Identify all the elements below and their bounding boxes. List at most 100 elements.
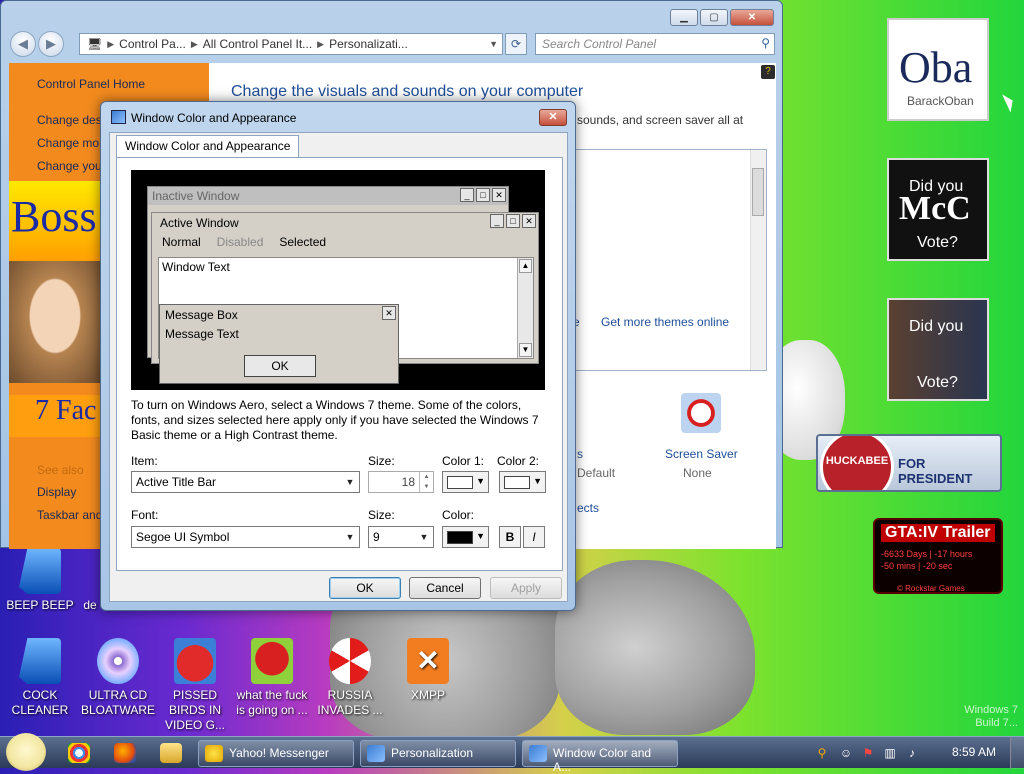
item-select[interactable]: Active Title Bar ▼	[131, 471, 360, 493]
search-input[interactable]: Search Control Panel ⚲	[535, 33, 775, 55]
minimize-button[interactable]: ▁	[670, 9, 698, 26]
sounds-link[interactable]: s	[577, 447, 583, 461]
desktop-icon-russia[interactable]: RUSSIA INVADES ...	[310, 638, 390, 718]
desktop-icon-cock-cleaner[interactable]: COCK CLEANER	[0, 638, 80, 718]
address-bar[interactable]: 🖥 ▶ Control Pa... ▶ All Control Panel It…	[79, 33, 503, 55]
sidebar-link-change-mouse[interactable]: Change mo	[37, 136, 99, 150]
desktop-icon-label: what the fuck is going on ...	[236, 688, 308, 717]
sidebar-boss-banner: Boss	[9, 181, 101, 261]
hillary-gadget-line1: Did you	[909, 318, 964, 335]
page-title: Change the visuals and sounds on your co…	[231, 83, 584, 100]
task-label: Personalization	[391, 746, 474, 760]
refresh-button[interactable]: ⟳	[505, 33, 527, 55]
theme-list-scrollbar[interactable]	[750, 150, 766, 370]
apply-button[interactable]: Apply	[490, 577, 562, 599]
size-label: Size:	[368, 454, 395, 468]
volume-icon[interactable]: ♪	[904, 745, 920, 761]
size-stepper[interactable]: 18 ▲ ▼	[368, 471, 434, 493]
spin-icon[interactable]: ▲ ▼	[419, 472, 433, 492]
mccain-gadget-line2: Vote?	[917, 234, 958, 251]
appearance-preview[interactable]: Inactive Window _ □ ✕ Active Window _ □	[131, 170, 545, 390]
back-button[interactable]: ◀	[10, 31, 36, 57]
task-personalization[interactable]: Personalization	[360, 740, 516, 767]
maximize-button[interactable]: ▢	[700, 9, 728, 26]
obama-gadget[interactable]: Oba BarackOban	[887, 18, 989, 121]
folder-icon[interactable]	[160, 743, 182, 763]
window-color-icon	[529, 745, 547, 762]
get-more-themes-link[interactable]: Get more themes online	[601, 315, 729, 329]
window-text: Window Text	[162, 260, 230, 274]
bold-button[interactable]: B	[499, 526, 521, 548]
desktop-icon-label: BEEP BEEP	[6, 598, 74, 612]
effects-link[interactable]: ects	[577, 501, 599, 515]
task-window-color[interactable]: Window Color and A...	[522, 740, 678, 774]
message-box-title-bar[interactable]: Message Box ✕	[160, 305, 398, 325]
tab-window-color[interactable]: Window Color and Appearance	[116, 135, 300, 157]
cancel-button[interactable]: Cancel	[409, 577, 481, 599]
aero-description: To turn on Windows Aero, select a Window…	[131, 398, 539, 442]
firefox-icon[interactable]	[114, 743, 136, 763]
desktop-icon-label: RUSSIA INVADES ...	[317, 688, 383, 717]
sidebar-link-change-account[interactable]: Change you	[37, 159, 102, 173]
task-label: Yahoo! Messenger	[229, 746, 329, 760]
show-desktop-button[interactable]	[1010, 737, 1024, 769]
messenger-tray-icon[interactable]: ☺	[838, 745, 854, 761]
task-yahoo-messenger[interactable]: Yahoo! Messenger	[198, 740, 354, 767]
gta-countdown-gadget[interactable]: GTA:IV Trailer -6633 Days | -17 hours -5…	[873, 518, 1003, 594]
breadcrumb-separator: ▶	[190, 38, 198, 49]
color2-picker[interactable]: ▼	[499, 471, 546, 493]
sidebar-link-change-desktop-icons[interactable]: Change des	[37, 113, 102, 127]
preview-scrollbar[interactable]: ▲ ▼	[517, 258, 533, 358]
scrollbar-thumb[interactable]	[752, 168, 764, 216]
dialog-close-button[interactable]: ✕	[539, 109, 567, 126]
font-size-select[interactable]: 9 ▼	[368, 526, 434, 548]
preview-message-box[interactable]: Message Box ✕ Message Text OK	[159, 304, 399, 384]
message-box-ok-button[interactable]: OK	[244, 355, 316, 377]
forward-button[interactable]: ▶	[38, 31, 64, 57]
italic-button[interactable]: I	[523, 526, 545, 548]
desktop-icon-label: PISSED BIRDS IN VIDEO G...	[164, 688, 225, 732]
active-title-bar[interactable]: Active Window _ □ ✕	[152, 213, 538, 233]
font-select[interactable]: Segoe UI Symbol ▼	[131, 526, 360, 548]
action-center-icon[interactable]: ⚑	[860, 745, 876, 761]
clock[interactable]: 8:59 AM	[952, 745, 996, 759]
hillary-gadget[interactable]: Did you Vote?	[887, 298, 989, 401]
start-button[interactable]	[6, 733, 46, 771]
font-color-picker[interactable]: ▼	[442, 526, 489, 548]
desktop-icon-pissed-birds[interactable]: PISSED BIRDS IN VIDEO G...	[155, 638, 235, 733]
search-icon[interactable]: ⚲	[814, 745, 830, 761]
color2-label: Color 2:	[497, 454, 540, 468]
mccain-gadget[interactable]: Did you McC Vote?	[887, 158, 989, 261]
huckabee-gadget[interactable]: HUCKABEE FOR PRESIDENT	[816, 434, 1002, 492]
size-value: 18	[401, 475, 415, 489]
menu-disabled[interactable]: Disabled	[217, 235, 264, 249]
address-dropdown-icon[interactable]: ▼	[487, 39, 502, 49]
help-icon[interactable]: ?	[761, 65, 775, 79]
desktop-icon-beep-beep[interactable]: BEEP BEEP	[0, 548, 80, 613]
desktop-icon-what[interactable]: what the fuck is going on ...	[232, 638, 312, 718]
menu-normal[interactable]: Normal	[162, 235, 201, 249]
mouse-cursor-icon	[1002, 91, 1017, 113]
color1-picker[interactable]: ▼	[442, 471, 489, 493]
theme-list[interactable]	[571, 149, 767, 371]
desktop-icon-xmpp[interactable]: ✕ XMPP	[388, 638, 468, 703]
screen-saver-icon[interactable]	[681, 393, 721, 433]
ok-button[interactable]: OK	[329, 577, 401, 599]
close-button[interactable]: ✕	[730, 9, 774, 26]
network-icon[interactable]: ▥	[882, 745, 898, 761]
hillary-gadget-line2: Vote?	[917, 374, 958, 391]
inactive-title-bar[interactable]: Inactive Window _ □ ✕	[148, 187, 508, 205]
sidebar-link-taskbar[interactable]: Taskbar and	[37, 508, 102, 522]
desktop-icon-label: XMPP	[410, 688, 445, 702]
breadcrumb-personalization[interactable]: Personalizati...	[326, 37, 411, 51]
desktop-icon-ultra-cd[interactable]: ULTRA CD BLOATWARE	[78, 638, 158, 718]
chrome-icon[interactable]	[68, 743, 90, 763]
menu-selected[interactable]: Selected	[279, 235, 326, 249]
breadcrumb-all-items[interactable]: All Control Panel It...	[200, 37, 315, 51]
preview-menu-bar[interactable]: Normal Disabled Selected	[152, 233, 538, 251]
search-icon[interactable]: ⚲	[761, 36, 770, 50]
sidebar-link-display[interactable]: Display	[37, 485, 76, 499]
sidebar-control-panel-home[interactable]: Control Panel Home	[37, 77, 145, 91]
breadcrumb-control-panel[interactable]: Control Pa...	[116, 37, 189, 51]
screen-saver-link[interactable]: Screen Saver	[665, 447, 738, 461]
